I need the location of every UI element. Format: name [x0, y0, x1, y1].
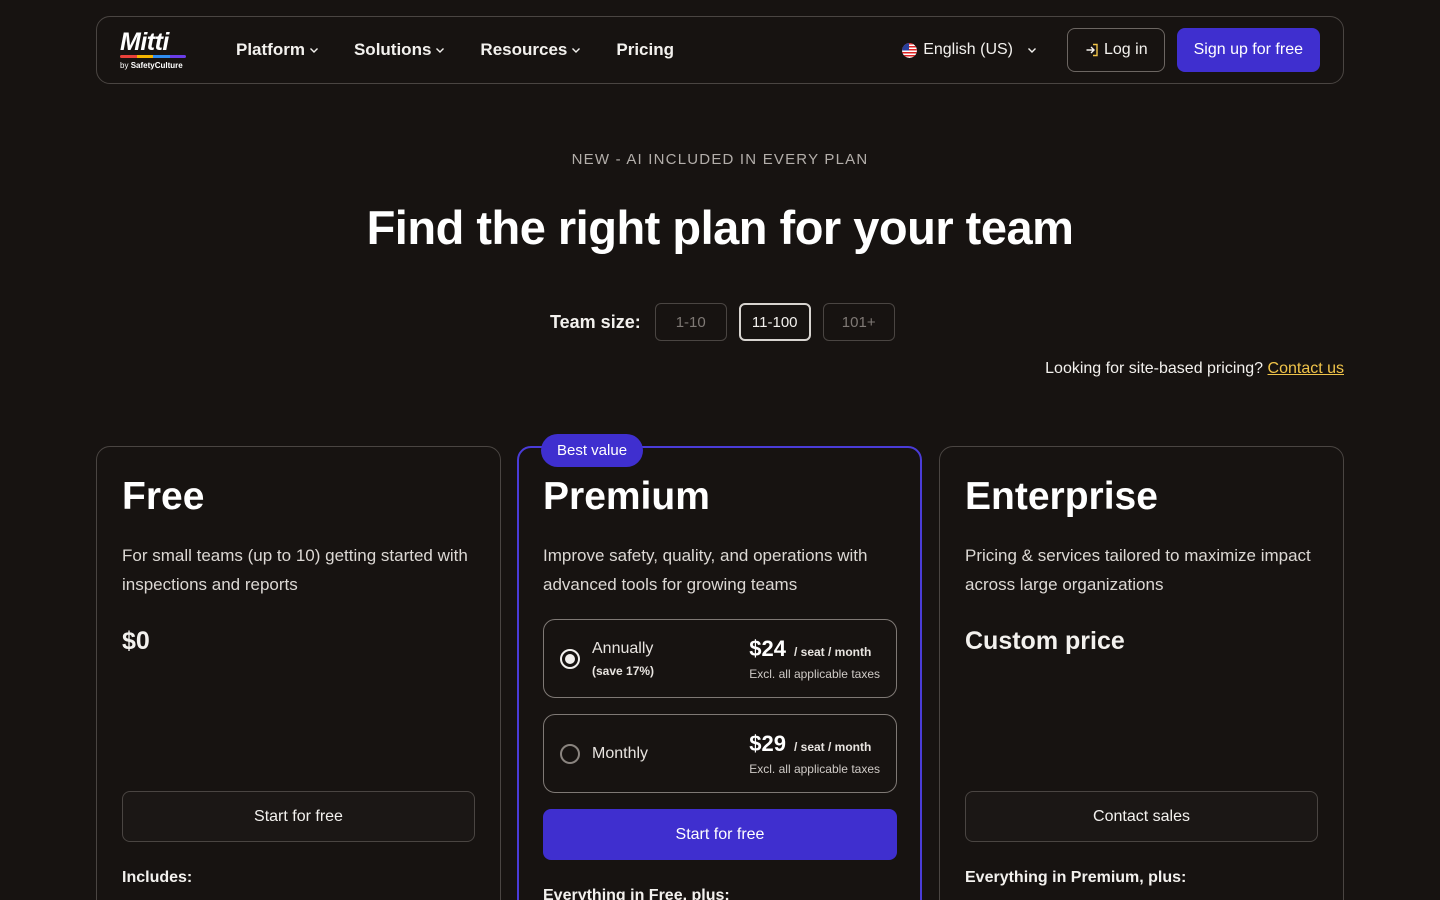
- best-value-badge: Best value: [541, 434, 644, 467]
- tax-note: Excl. all applicable taxes: [749, 762, 880, 776]
- billing-option-price: $29 / seat / month Excl. all applicable …: [749, 731, 880, 776]
- menu-solutions[interactable]: Solutions: [354, 40, 445, 60]
- price-amount: $29: [749, 731, 786, 756]
- nav-actions: English (US) Log in Sign up for free: [902, 28, 1320, 72]
- logo-wordmark: Mitti: [120, 28, 169, 56]
- team-size-label: Team size:: [550, 311, 641, 332]
- menu-resources-label: Resources: [480, 40, 568, 59]
- billing-savings-note: (save 17%): [592, 663, 655, 678]
- billing-option-label: Monthly: [592, 745, 648, 763]
- chevron-down-icon: [436, 48, 445, 53]
- menu-platform[interactable]: Platform: [236, 40, 319, 60]
- includes-heading: Everything in Premium, plus:: [965, 869, 1187, 886]
- includes-heading: Includes:: [122, 869, 193, 886]
- menu-pricing[interactable]: Pricing: [616, 40, 674, 60]
- team-size-101-plus[interactable]: 101+: [822, 303, 895, 341]
- plan-name: Free: [122, 475, 205, 518]
- pricing-page: Mitti by SafetyCulture Platform Solution…: [0, 0, 1440, 900]
- plan-card-enterprise: Enterprise Pricing & services tailored t…: [939, 446, 1344, 900]
- radio-unselected[interactable]: [560, 743, 580, 764]
- site-pricing-text: Looking for site-based pricing?: [1045, 360, 1264, 377]
- chevron-down-icon: [572, 48, 581, 53]
- plan-price: $0: [122, 627, 150, 655]
- top-navbar: Mitti by SafetyCulture Platform Solution…: [96, 16, 1344, 84]
- team-size-1-10[interactable]: 1-10: [654, 303, 727, 341]
- billing-annually-label: Annually: [592, 639, 654, 657]
- plan-name: Enterprise: [965, 475, 1158, 518]
- team-size-selector: Team size: 1-10 11-100 101+: [550, 303, 895, 341]
- language-label: English (US): [923, 41, 1013, 58]
- premium-start-free-button[interactable]: Start for free: [543, 809, 897, 860]
- start-free-button[interactable]: Start for free: [122, 791, 475, 842]
- login-button[interactable]: Log in: [1067, 28, 1165, 72]
- menu-solutions-label: Solutions: [353, 40, 432, 59]
- menu-pricing-label: Pricing: [616, 40, 674, 59]
- page-title: Find the right plan for your team: [366, 201, 1074, 254]
- menu-resources[interactable]: Resources: [480, 40, 581, 60]
- login-label: Log in: [1104, 41, 1148, 58]
- price-unit: / seat / month: [793, 645, 872, 659]
- login-icon: [1086, 43, 1098, 57]
- logo-company: SafetyCulture: [130, 61, 183, 70]
- team-size-11-100[interactable]: 11-100: [738, 303, 811, 341]
- plan-description: Improve safety, quality, and operations …: [543, 546, 868, 594]
- chevron-down-icon: [309, 48, 318, 53]
- plan-name: Premium: [543, 475, 710, 518]
- billing-option-monthly[interactable]: Monthly $29 / seat / month Excl. all app…: [543, 714, 897, 793]
- contact-sales-button[interactable]: Contact sales: [965, 791, 1318, 842]
- chevron-down-icon: [1028, 48, 1036, 53]
- language-selector[interactable]: English (US): [902, 41, 1037, 59]
- billing-option-annually[interactable]: Annually (save 17%) $24 / seat / month E…: [543, 619, 897, 698]
- logo-stripe: [120, 55, 186, 58]
- billing-option-label: Annually (save 17%): [592, 640, 654, 678]
- price-unit: / seat / month: [793, 740, 872, 754]
- hero-eyebrow: NEW - AI INCLUDED IN EVERY PLAN: [571, 151, 869, 168]
- logo-byline: by SafetyCulture: [120, 61, 190, 70]
- logo[interactable]: Mitti by SafetyCulture: [120, 30, 190, 70]
- contact-us-link[interactable]: Contact us: [1268, 360, 1344, 377]
- tax-note: Excl. all applicable taxes: [749, 667, 880, 681]
- us-flag-icon: [902, 42, 918, 58]
- plan-description: For small teams (up to 10) getting start…: [122, 546, 468, 594]
- signup-label: Sign up for free: [1193, 41, 1303, 58]
- plan-price: Custom price: [965, 627, 1125, 655]
- plan-card-free: Free For small teams (up to 10) getting …: [96, 446, 501, 900]
- includes-heading: Everything in Free, plus:: [543, 887, 730, 900]
- main-menu: Platform Solutions Resources Pricing: [236, 40, 674, 60]
- plan-card-premium: Best value Premium Improve safety, quali…: [517, 434, 922, 900]
- site-pricing-note: Looking for site-based pricing? Contact …: [1045, 360, 1344, 378]
- logo-by: by: [120, 61, 129, 70]
- signup-button[interactable]: Sign up for free: [1176, 28, 1320, 72]
- menu-platform-label: Platform: [236, 40, 305, 59]
- price-amount: $24: [749, 636, 786, 661]
- radio-selected[interactable]: [560, 648, 580, 669]
- billing-monthly-label: Monthly: [592, 744, 649, 762]
- plan-description: Pricing & services tailored to maximize …: [965, 546, 1311, 594]
- billing-option-price: $24 / seat / month Excl. all applicable …: [749, 636, 880, 681]
